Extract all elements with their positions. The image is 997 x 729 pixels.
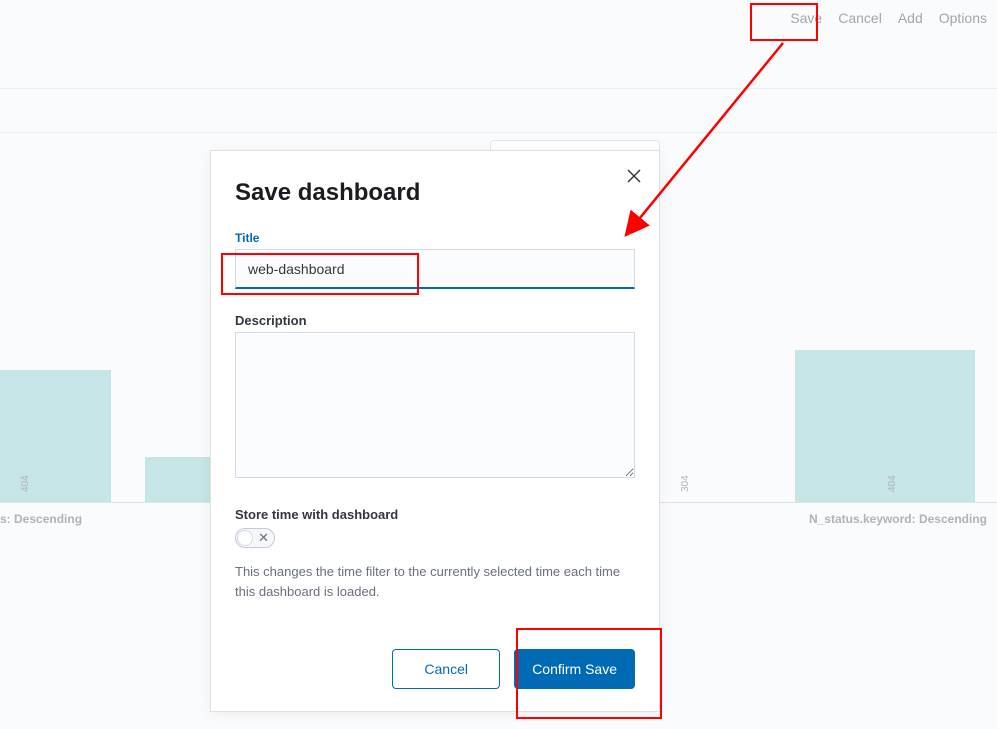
chart-bar (795, 350, 975, 502)
separator (0, 88, 997, 89)
x-axis-label-left: s: Descending (0, 512, 82, 526)
toggle-off-icon: ✕ (258, 530, 269, 546)
axis-tick: 304 (680, 475, 691, 492)
title-field-label: Title (235, 231, 635, 245)
add-menu-item[interactable]: Add (898, 10, 923, 26)
x-axis-label-right: N_status.keyword: Descending (809, 512, 987, 526)
cancel-button[interactable]: Cancel (392, 649, 500, 689)
top-toolbar: Save Cancel Add Options (790, 10, 997, 26)
chart-bar (145, 457, 210, 502)
separator (0, 132, 997, 133)
close-icon[interactable] (627, 169, 641, 188)
toggle-knob-icon (237, 530, 253, 546)
modal-title: Save dashboard (235, 179, 635, 207)
save-dashboard-modal: Save dashboard Title Description Store t… (210, 150, 660, 712)
confirm-save-button[interactable]: Confirm Save (514, 649, 635, 689)
save-menu-item[interactable]: Save (790, 10, 822, 26)
chart-bar (0, 370, 111, 502)
modal-actions: Cancel Confirm Save (392, 649, 635, 689)
store-time-label: Store time with dashboard (235, 507, 635, 522)
description-textarea[interactable] (235, 332, 635, 478)
cancel-menu-item[interactable]: Cancel (838, 10, 882, 26)
options-menu-item[interactable]: Options (939, 10, 987, 26)
axis-tick: 404 (887, 475, 898, 492)
description-field-label: Description (235, 313, 635, 328)
axis-tick: 404 (20, 475, 31, 492)
store-time-toggle[interactable]: ✕ (235, 528, 275, 548)
title-input[interactable] (235, 249, 635, 289)
store-time-help-text: This changes the time filter to the curr… (235, 562, 635, 601)
